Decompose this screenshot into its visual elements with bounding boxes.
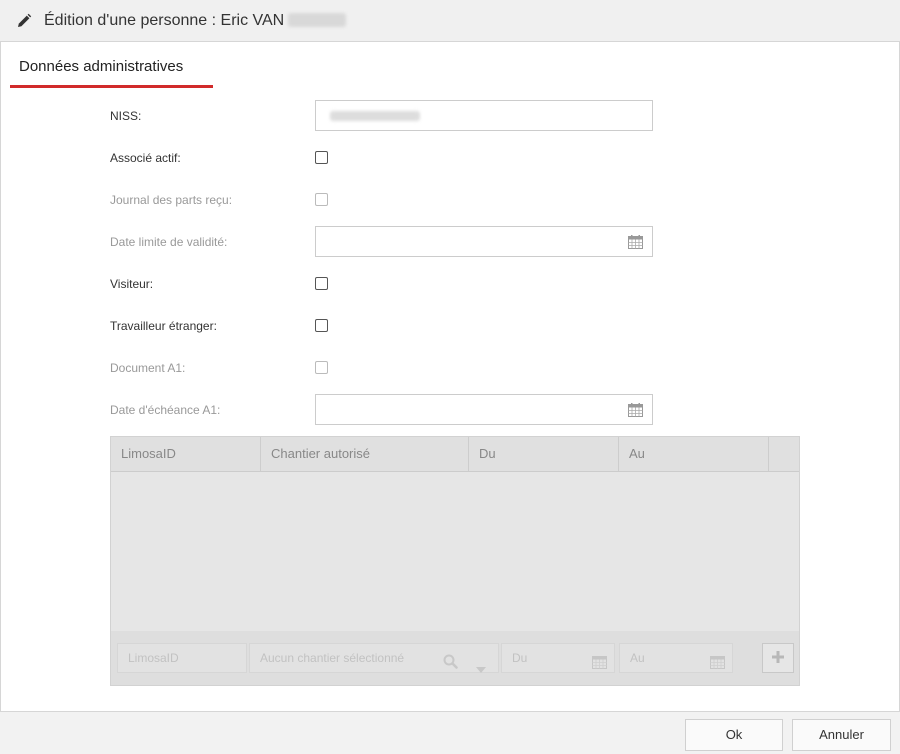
au-input: Au [619,643,733,673]
chevron-down-icon [476,655,486,683]
chantier-placeholder: Aucun chantier sélectionné [260,651,405,665]
du-placeholder: Du [512,651,528,665]
left-border [0,42,1,711]
search-icon [443,651,458,679]
dialog-header: Édition d'une personne : Eric VAN [0,0,900,42]
associe-actif-label: Associé actif: [110,151,181,165]
dialog-title: Édition d'une personne : Eric VAN [44,11,347,30]
column-du: Du [469,437,619,471]
travailleur-etranger-checkbox[interactable] [315,319,328,332]
document-a1-checkbox [315,361,328,374]
calendar-icon [628,403,643,420]
grid-add-row: LimosaID Aucun chantier sélectionné Du A… [111,631,799,685]
plus-icon [771,650,785,667]
grid-header: LimosaID Chantier autorisé Du Au [111,437,799,472]
date-echeance-input [315,394,653,425]
dialog-title-text: Édition d'une personne : Eric VAN [44,11,285,29]
niss-label: NISS: [110,109,142,123]
associe-actif-checkbox[interactable] [315,151,328,164]
calendar-icon [628,235,643,252]
visiteur-label: Visiteur: [110,277,154,291]
document-a1-label: Document A1: [110,361,186,375]
du-input: Du [501,643,615,673]
pencil-icon [16,13,32,29]
add-row-button [762,643,794,673]
niss-input[interactable] [315,100,653,131]
column-limosaid: LimosaID [111,437,261,471]
dialog-footer: Ok Annuler [0,711,900,754]
au-placeholder: Au [630,651,645,665]
column-chantier-autorise: Chantier autorisé [261,437,469,471]
visiteur-checkbox[interactable] [315,277,328,290]
date-limite-label: Date limite de validité: [110,235,228,249]
column-au: Au [619,437,769,471]
limosa-grid: LimosaID Chantier autorisé Du Au LimosaI… [110,436,800,686]
ok-button[interactable]: Ok [685,719,783,751]
limosaid-placeholder: LimosaID [128,651,179,665]
limosaid-input: LimosaID [117,643,247,673]
calendar-icon [710,651,725,679]
date-echeance-label: Date d'échéance A1: [110,403,221,417]
journal-parts-label: Journal des parts reçu: [110,193,233,207]
niss-value-redacted [330,111,420,121]
calendar-icon [592,651,607,679]
journal-parts-checkbox [315,193,328,206]
chantier-select: Aucun chantier sélectionné [249,643,499,673]
cancel-button[interactable]: Annuler [792,719,891,751]
redacted-name [288,13,347,28]
travailleur-etranger-label: Travailleur étranger: [110,319,217,333]
tab-label: Données administratives [19,58,184,75]
date-limite-input [315,226,653,257]
tab-donnees-administratives[interactable]: Données administratives [10,56,213,88]
